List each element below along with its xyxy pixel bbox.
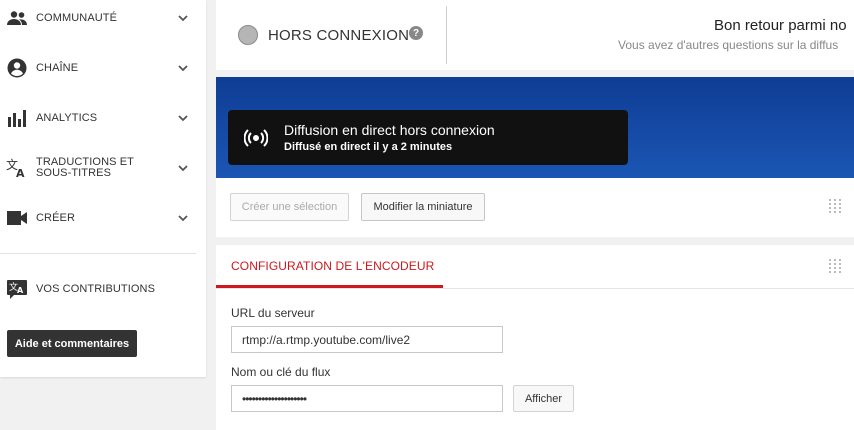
encoder-config-card: CONFIGURATION DE L'ENCODEUR URL du serve… xyxy=(216,245,854,430)
sidebar-item-label: TRADUCTIONS ET SOUS-TITRES xyxy=(36,156,134,179)
sidebar-item-channel[interactable]: CHAÎNE xyxy=(0,48,206,88)
sidebar-item-label: ANALYTICS xyxy=(36,111,98,124)
stream-key-label: Nom ou clé du flux xyxy=(231,365,331,379)
player-card: Diffusion en direct hors connexion Diffu… xyxy=(216,77,854,237)
svg-text:A: A xyxy=(16,167,25,178)
chevron-down-icon xyxy=(178,115,188,122)
chevron-down-icon xyxy=(178,15,188,22)
show-key-button[interactable]: Afficher xyxy=(513,385,574,412)
tab-divider xyxy=(216,288,854,289)
welcome-title: Bon retour parmi no xyxy=(714,17,847,34)
sidebar-divider xyxy=(0,253,196,254)
tab-encoder-config[interactable]: CONFIGURATION DE L'ENCODEUR xyxy=(231,259,434,273)
sidebar-item-contributions[interactable]: 文A VOS CONTRIBUTIONS xyxy=(0,269,206,309)
video-camera-icon xyxy=(6,207,28,229)
sidebar-item-analytics[interactable]: ANALYTICS xyxy=(0,98,206,138)
status-header: HORS CONNEXION ? Bon retour parmi no Vou… xyxy=(216,0,854,70)
translate-icon: 文A xyxy=(6,157,28,179)
welcome-subtitle: Vous avez d'autres questions sur la diff… xyxy=(618,38,839,52)
drag-handle-icon[interactable] xyxy=(829,199,841,213)
create-clip-button[interactable]: Créer une sélection xyxy=(230,193,349,221)
channel-icon xyxy=(6,57,28,79)
sidebar-item-translations[interactable]: 文A TRADUCTIONS ET SOUS-TITRES xyxy=(0,148,206,188)
live-status-box: Diffusion en direct hors connexion Diffu… xyxy=(228,110,628,165)
sidebar-item-label: CRÉER xyxy=(36,211,76,224)
sidebar: COMMUNAUTÉ CHAÎNE ANALYTICS 文A TRADUCTIO… xyxy=(0,0,206,377)
live-subtitle: Diffusé en direct il y a 2 minutes xyxy=(284,141,453,153)
live-title: Diffusion en direct hors connexion xyxy=(284,122,495,138)
chevron-down-icon xyxy=(178,165,188,172)
broadcast-icon xyxy=(244,129,268,147)
chevron-down-icon xyxy=(178,215,188,222)
sidebar-item-label: VOS CONTRIBUTIONS xyxy=(36,282,156,295)
sidebar-item-create[interactable]: CRÉER xyxy=(0,198,206,238)
chevron-down-icon xyxy=(178,65,188,72)
header-divider xyxy=(446,6,447,64)
status-label: HORS CONNEXION xyxy=(268,27,410,44)
sidebar-item-label: CHAÎNE xyxy=(36,61,79,74)
drag-handle-icon[interactable] xyxy=(829,259,841,273)
stream-key-field[interactable]: •••••••••••••••••••• xyxy=(231,385,503,412)
contributions-icon: 文A xyxy=(6,278,28,300)
status-indicator xyxy=(238,25,258,45)
help-feedback-button[interactable]: Aide et commentaires xyxy=(7,330,137,357)
server-url-label: URL du serveur xyxy=(231,306,315,320)
community-icon xyxy=(6,7,28,29)
preview-banner: Diffusion en direct hors connexion Diffu… xyxy=(216,77,854,178)
help-icon[interactable]: ? xyxy=(409,26,423,40)
sidebar-item-community[interactable]: COMMUNAUTÉ xyxy=(0,0,206,38)
svg-text:A: A xyxy=(17,286,24,295)
server-url-field[interactable]: rtmp://a.rtmp.youtube.com/live2 xyxy=(231,326,503,353)
sidebar-item-label: COMMUNAUTÉ xyxy=(36,11,118,24)
analytics-icon xyxy=(6,107,28,129)
edit-thumbnail-button[interactable]: Modifier la miniature xyxy=(361,193,485,221)
